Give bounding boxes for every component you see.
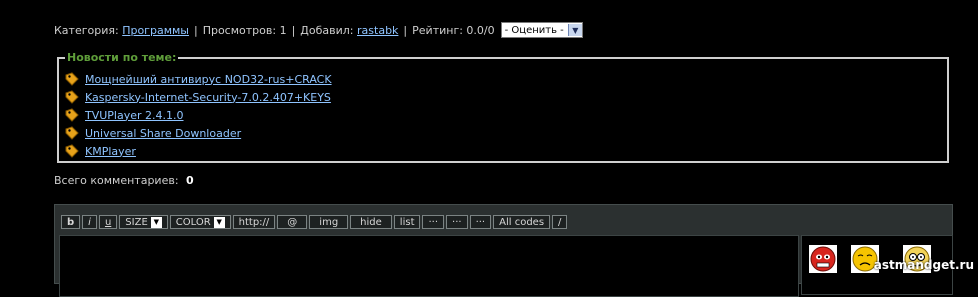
comments-total: Всего комментариев: 0 (54, 174, 194, 187)
chevron-down-icon: ▼ (150, 216, 162, 228)
list-item: TVUPlayer 2.4.1.0 (65, 106, 332, 124)
views-count: Просмотров: 1 (202, 23, 287, 37)
bbcode-toolbar: b i u SIZE ▼ COLOR ▼ http:// @ img hide li… (61, 215, 568, 229)
italic-button[interactable]: i (82, 215, 97, 229)
related-news-box: Новости по теме: Мощнейший антивирус NOD… (57, 51, 949, 163)
related-news-legend: Новости по теме: (65, 51, 179, 64)
hide-button[interactable]: hide (350, 215, 392, 229)
tag-icon (65, 126, 79, 140)
news-link[interactable]: Мощнейший антивирус NOD32-rus+CRACK (85, 73, 332, 86)
list-button[interactable]: list (393, 215, 421, 229)
comment-textarea[interactable] (59, 235, 799, 297)
size-select[interactable]: SIZE ▼ (119, 215, 168, 229)
added-label: Добавил: (300, 23, 354, 37)
separator: | (403, 23, 408, 37)
extra-button-1[interactable]: ··· (422, 215, 445, 229)
category-label: Категория: (54, 23, 119, 37)
category-link[interactable]: Программы (122, 24, 189, 37)
news-link[interactable]: TVUPlayer 2.4.1.0 (85, 109, 184, 122)
bold-button[interactable]: b (61, 215, 81, 229)
close-tag-button[interactable]: / (552, 215, 568, 229)
all-codes-button[interactable]: All codes (493, 215, 551, 229)
meta-line: Категория: Программы | Просмотров: 1 | Д… (54, 22, 583, 38)
list-item: Мощнейший антивирус NOD32-rus+CRACK (65, 70, 332, 88)
separator: | (193, 23, 198, 37)
url-button[interactable]: http:// (232, 215, 276, 229)
news-link[interactable]: KMPlayer (85, 145, 136, 158)
extra-button-2[interactable]: ··· (446, 215, 468, 229)
color-label: COLOR (175, 216, 211, 228)
rate-select[interactable]: - Оценить - ▼ (500, 22, 583, 38)
extra-button-3[interactable]: ··· (469, 215, 492, 229)
list-item: Universal Share Downloader (65, 124, 332, 142)
chevron-down-icon: ▼ (567, 24, 582, 36)
underline-button[interactable]: u (98, 215, 118, 229)
rate-select-value: - Оценить - (504, 24, 564, 36)
list-item: Kaspersky-Internet-Security-7.0.2.407+KE… (65, 88, 332, 106)
tag-icon (65, 144, 79, 158)
news-link[interactable]: Kaspersky-Internet-Security-7.0.2.407+KE… (85, 91, 331, 104)
email-button[interactable]: @ (277, 215, 308, 229)
chevron-down-icon: ▼ (213, 216, 225, 228)
list-item: KMPlayer (65, 142, 332, 160)
related-news-list: Мощнейший антивирус NOD32-rus+CRACK Kasp… (65, 70, 332, 160)
size-label: SIZE (125, 216, 148, 228)
comment-editor: b i u SIZE ▼ COLOR ▼ http:// @ img hide li… (54, 204, 953, 297)
tag-icon (65, 72, 79, 86)
rating-text: Рейтинг: 0.0/0 (412, 23, 495, 37)
separator: | (291, 23, 296, 37)
angry-smiley-icon[interactable] (808, 244, 838, 274)
news-link[interactable]: Universal Share Downloader (85, 127, 241, 140)
tag-icon (65, 108, 79, 122)
image-button[interactable]: img (309, 215, 349, 229)
comments-total-label: Всего комментариев: (54, 174, 179, 187)
author-link[interactable]: rastabk (357, 24, 398, 37)
color-select[interactable]: COLOR ▼ (169, 215, 231, 229)
tag-icon (65, 90, 79, 104)
watermark: astmandget.ru (873, 258, 974, 272)
comments-total-value: 0 (186, 174, 194, 187)
